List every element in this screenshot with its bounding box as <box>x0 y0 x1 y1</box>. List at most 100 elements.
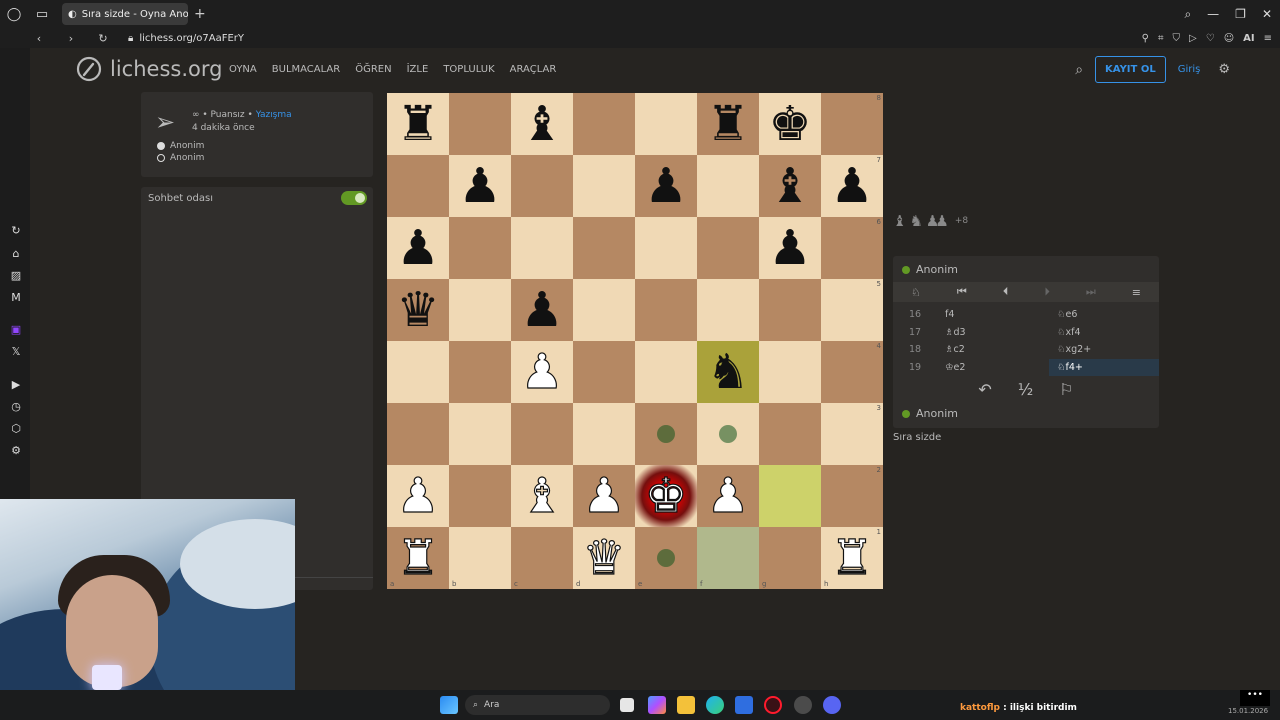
hamburger-menu-icon[interactable]: ≡ <box>1132 286 1141 299</box>
signup-button[interactable]: KAYIT OL <box>1095 56 1166 83</box>
square-f5[interactable] <box>697 279 759 341</box>
square-c8[interactable]: ♝ <box>511 93 573 155</box>
messenger-icon[interactable]: M <box>9 291 23 305</box>
white-pawn-icon[interactable]: ♟ <box>697 465 759 527</box>
taskbar-search[interactable]: ⌕ Ara <box>465 695 610 715</box>
profile-icon[interactable]: ☺ <box>1224 33 1234 44</box>
copilot-icon[interactable] <box>648 696 666 714</box>
square-a2[interactable]: ♟ <box>387 465 449 527</box>
menu-item-puzzles[interactable]: BULMACALAR <box>272 64 340 75</box>
square-g7[interactable]: ♝ <box>759 155 821 217</box>
white-move[interactable]: ♔e2 <box>937 362 1049 373</box>
white-player-name[interactable]: Anonim <box>170 141 204 151</box>
square-d8[interactable] <box>573 93 635 155</box>
discord-icon[interactable] <box>823 696 841 714</box>
lichess-logo[interactable]: lichess.org <box>76 56 222 82</box>
square-g3[interactable] <box>759 403 821 465</box>
snapshot-icon[interactable]: ⌗ <box>1158 33 1164 44</box>
square-b4[interactable] <box>449 341 511 403</box>
square-h6[interactable]: 6 <box>821 217 883 279</box>
square-f1[interactable]: f <box>697 527 759 589</box>
black-move[interactable]: ♘xg2+ <box>1049 344 1159 355</box>
player-sidebar-icon[interactable]: ▶ <box>9 378 23 392</box>
heart-icon[interactable]: ♡ <box>1206 33 1215 44</box>
shield-icon[interactable]: ⛉ <box>1173 33 1181 44</box>
gear-icon[interactable]: ⚙ <box>1218 62 1230 77</box>
white-move[interactable]: ♗d3 <box>937 327 1049 338</box>
square-c3[interactable] <box>511 403 573 465</box>
square-c1[interactable]: c <box>511 527 573 589</box>
move-destination-dot[interactable] <box>657 549 675 567</box>
square-b2[interactable] <box>449 465 511 527</box>
extensions-icon[interactable]: ⬡ <box>9 422 23 436</box>
takeback-icon[interactable]: ↶ <box>978 380 991 399</box>
menu-item-play[interactable]: OYNA <box>229 64 257 75</box>
white-pawn-icon[interactable]: ♟ <box>511 341 573 403</box>
search-icon[interactable]: ⌕ <box>1075 62 1083 78</box>
square-h5[interactable]: 5 <box>821 279 883 341</box>
close-window-icon[interactable]: ✕ <box>1262 7 1272 21</box>
white-pawn-icon[interactable]: ♟ <box>387 465 449 527</box>
windows-start-icon[interactable] <box>440 696 458 714</box>
new-tab-icon[interactable]: + <box>194 6 206 22</box>
square-a1[interactable]: ♜ a <box>387 527 449 589</box>
white-move[interactable]: f4 <box>937 309 1049 320</box>
black-move[interactable]: ♘e6 <box>1049 309 1159 320</box>
opera-icon[interactable] <box>764 696 782 714</box>
square-b3[interactable] <box>449 403 511 465</box>
menu-item-tools[interactable]: ARAÇLAR <box>510 64 557 75</box>
square-h8[interactable]: 8 <box>821 93 883 155</box>
correspondence-link[interactable]: Yazışma <box>256 110 292 120</box>
minimize-icon[interactable]: — <box>1207 7 1219 21</box>
square-d4[interactable] <box>573 341 635 403</box>
url-field[interactable]: 🔒︎ lichess.org/o7AaFErY <box>128 33 244 44</box>
white-bishop-icon[interactable]: ♝ <box>511 465 573 527</box>
square-b1[interactable]: b <box>449 527 511 589</box>
chat-toggle[interactable] <box>341 191 367 205</box>
square-g2[interactable] <box>759 465 821 527</box>
white-move[interactable]: ♗c2 <box>937 344 1049 355</box>
square-a4[interactable] <box>387 341 449 403</box>
store-icon[interactable] <box>735 696 753 714</box>
square-b8[interactable] <box>449 93 511 155</box>
first-move-icon[interactable]: ⏮ <box>957 285 967 299</box>
square-d1[interactable]: ♛ d <box>573 527 635 589</box>
square-a8[interactable]: ♜ <box>387 93 449 155</box>
black-player-name[interactable]: Anonim <box>170 153 204 163</box>
square-g8[interactable]: ♚ <box>759 93 821 155</box>
square-h4[interactable]: 4 <box>821 341 883 403</box>
square-a7[interactable] <box>387 155 449 217</box>
move-destination-dot[interactable] <box>657 425 675 443</box>
ai-button[interactable]: AI <box>1243 33 1254 44</box>
white-queen-icon[interactable]: ♛ <box>573 527 635 589</box>
square-h1[interactable]: ♜ 1 h <box>821 527 883 589</box>
square-f6[interactable] <box>697 217 759 279</box>
menu-item-community[interactable]: TOPLULUK <box>443 64 494 75</box>
square-d3[interactable] <box>573 403 635 465</box>
opponent-name[interactable]: Anonim <box>916 263 958 276</box>
menu-icon[interactable]: ≡ <box>1264 33 1272 44</box>
square-e2[interactable]: ♚ <box>635 465 697 527</box>
white-rook-icon[interactable]: ♜ <box>821 527 883 589</box>
task-view-icon[interactable] <box>620 698 634 712</box>
square-e7[interactable]: ♟ <box>635 155 697 217</box>
square-h3[interactable]: 3 <box>821 403 883 465</box>
next-move-icon[interactable]: ⏵ <box>1044 285 1050 299</box>
browser-tab[interactable]: ◐ Sıra sizde - Oyna Anon. ✕ <box>62 3 188 25</box>
pin-icon[interactable]: ⚲ <box>1142 33 1149 44</box>
square-e1[interactable]: e <box>635 527 697 589</box>
square-h7[interactable]: ♟ 7 <box>821 155 883 217</box>
maximize-icon[interactable]: ❐ <box>1235 7 1246 21</box>
square-a3[interactable] <box>387 403 449 465</box>
square-f7[interactable] <box>697 155 759 217</box>
prev-move-icon[interactable]: ⏴ <box>1003 285 1009 299</box>
square-a5[interactable]: ♛ <box>387 279 449 341</box>
square-d7[interactable] <box>573 155 635 217</box>
self-name[interactable]: Anonim <box>916 407 958 420</box>
square-d2[interactable]: ♟ <box>573 465 635 527</box>
twitch-icon[interactable]: ▣ <box>9 323 23 337</box>
chessboard[interactable]: ♜ ♝ ♜ ♚ 8 ♟ ♟ ♝ ♟ 7 ♟ ♟ 6 ♛ ♟ 5 ♟ ♞ 4 3 ♟ ♝ ♟ ♚ ♟ 2 ♜ a b c ♛ d e f g ♜ 1 h <box>387 93 883 589</box>
forward-icon[interactable]: › <box>62 32 80 45</box>
edge-icon[interactable] <box>706 696 724 714</box>
square-a6[interactable]: ♟ <box>387 217 449 279</box>
